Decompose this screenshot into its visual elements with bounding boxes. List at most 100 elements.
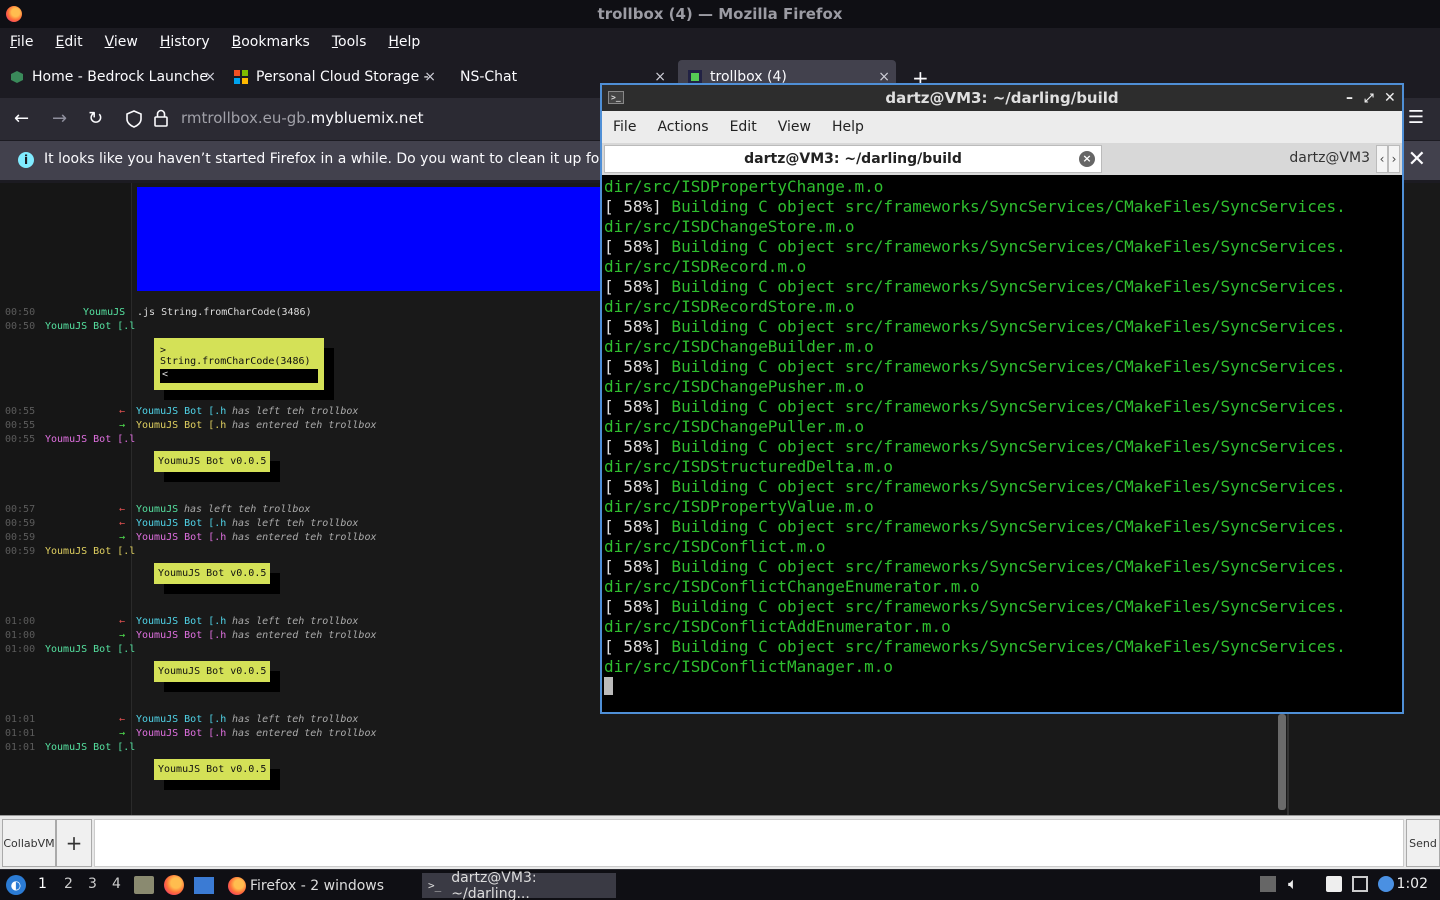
scrollbar-track (1287, 714, 1289, 815)
add-button[interactable]: + (56, 819, 92, 867)
desktop-1[interactable]: 1 (38, 876, 47, 892)
info-icon: i (18, 152, 34, 168)
file-manager-icon[interactable] (134, 876, 154, 894)
message-text: has entered teh trollbox (232, 420, 377, 431)
nickname[interactable]: YoumuJS Bot [.h (136, 630, 226, 641)
terminal-line: dir/src/ISDPropertyValue.m.o (604, 497, 874, 516)
build-message: Building C object src/frameworks/SyncSer… (661, 237, 1346, 256)
blue-image-block (137, 187, 607, 291)
notice-close-icon[interactable]: ✕ (1408, 147, 1426, 172)
build-message: Building C object src/frameworks/SyncSer… (661, 597, 1346, 616)
nickname[interactable]: YoumuJS Bot [.h (136, 518, 226, 529)
menu-help[interactable]: Help (388, 34, 431, 50)
right-arrow-icon: → (119, 728, 126, 739)
trollbox-favicon-icon (688, 70, 702, 84)
build-message: Building C object src/frameworks/SyncSer… (661, 437, 1346, 456)
reload-icon[interactable]: ↻ (88, 108, 103, 129)
tab-home-bedrock[interactable]: Home - Bedrock Launche × (0, 60, 222, 94)
nickname[interactable]: YoumuJS Bot [.l (45, 644, 135, 655)
term-menu-view[interactable]: View (778, 119, 811, 135)
build-message: Building C object src/frameworks/SyncSer… (661, 517, 1346, 536)
term-menu-actions[interactable]: Actions (657, 119, 708, 135)
nickname[interactable]: YoumuJS Bot [.h (136, 406, 226, 417)
start-menu-icon[interactable]: ◐ (6, 875, 26, 895)
nickname[interactable]: YoumuJS Bot [.h (136, 714, 226, 725)
tray-icon[interactable] (1260, 876, 1276, 892)
lock-icon[interactable] (154, 109, 168, 127)
collabvm-button[interactable]: CollabVM (2, 819, 56, 867)
menu-history[interactable]: History (160, 34, 221, 50)
desktop-3[interactable]: 3 (88, 876, 97, 892)
nickname[interactable]: YoumuJS Bot [.h (136, 616, 226, 627)
network-icon[interactable] (1352, 876, 1368, 892)
terminal-line: dir/src/ISDConflictChangeEnumerator.m.o (604, 577, 980, 596)
term-menu-help[interactable]: Help (832, 119, 864, 135)
tab-scroll-right-icon[interactable]: › (1388, 145, 1400, 173)
back-icon[interactable]: ← (14, 108, 29, 129)
task-label: Firefox - 2 windows (250, 877, 385, 894)
chat-line: 00:50 YoumuJS .js String.fromCharCode(34… (5, 307, 312, 318)
timestamp: 01:01 (5, 728, 36, 739)
chat-scrollbar[interactable] (1278, 714, 1286, 810)
tab-close-icon[interactable]: × (1079, 151, 1095, 167)
volume-icon[interactable]: 🔈︎ (1288, 874, 1298, 894)
notification-icon[interactable] (1378, 876, 1394, 892)
menu-file[interactable]: File (10, 34, 44, 50)
desktop-4[interactable]: 4 (112, 876, 121, 892)
menu-tools[interactable]: Tools (332, 34, 378, 50)
menu-edit[interactable]: Edit (55, 34, 93, 50)
menu-bookmarks[interactable]: Bookmarks (232, 34, 321, 50)
right-arrow-icon: → (119, 532, 126, 543)
bot-version-box: YoumuJS Bot v0.0.5 (154, 661, 271, 682)
tab-close-icon[interactable]: × (424, 69, 436, 85)
timestamp: 00:55 (5, 434, 36, 445)
tab-close-icon[interactable]: × (204, 69, 216, 85)
nickname[interactable]: YoumuJS Bot [.l (45, 321, 135, 332)
build-percent: [ 58%] (604, 477, 662, 496)
build-message: Building C object src/frameworks/SyncSer… (661, 477, 1346, 496)
nickname[interactable]: YoumuJS (136, 504, 178, 515)
terminal-tab-other[interactable]: dartz@VM3 (1104, 145, 1374, 173)
tab-personal-cloud[interactable]: Personal Cloud Storage - × (224, 60, 442, 94)
send-button[interactable]: Send (1406, 819, 1440, 867)
taskbar-terminal[interactable]: >_ dartz@VM3: ~/darling... (422, 870, 616, 900)
terminal-line: [ 58%] Building C object src/frameworks/… (604, 237, 1400, 257)
url-field[interactable]: rmtrollbox.eu-gb.mybluemix.net (181, 109, 424, 127)
desktop-2[interactable]: 2 (64, 876, 73, 892)
message-text: has entered teh trollbox (232, 630, 377, 641)
forward-icon[interactable]: → (52, 108, 67, 129)
nickname[interactable]: YoumuJS Bot [.l (45, 742, 135, 753)
timestamp: 00:50 (5, 321, 36, 332)
term-menu-file[interactable]: File (613, 119, 636, 135)
build-message: Building C object src/frameworks/SyncSer… (661, 277, 1346, 296)
shield-icon[interactable] (126, 110, 142, 128)
nickname[interactable]: YoumuJS Bot [.h (136, 532, 226, 543)
nickname[interactable]: YoumuJS (83, 307, 125, 318)
menu-view[interactable]: View (105, 34, 149, 50)
build-message: Building C object src/frameworks/SyncSer… (661, 357, 1346, 376)
nickname[interactable]: YoumuJS Bot [.h (136, 420, 226, 431)
chat-line: 01:01 ← YoumuJS Bot [.h has left teh tro… (5, 714, 358, 725)
tab-scroll-left-icon[interactable]: ‹ (1376, 145, 1388, 173)
nickname[interactable]: YoumuJS Bot [.h (136, 728, 226, 739)
nickname[interactable]: YoumuJS Bot [.l (45, 434, 135, 445)
terminal-line: [ 58%] Building C object src/frameworks/… (604, 437, 1400, 457)
maximize-icon[interactable]: ⤢ (1364, 85, 1374, 111)
hamburger-menu-icon[interactable]: ☰ (1408, 107, 1424, 128)
nickname[interactable]: YoumuJS Bot [.l (45, 546, 135, 557)
term-menu-edit[interactable]: Edit (730, 119, 757, 135)
desktop-show-icon[interactable] (194, 877, 214, 894)
minimize-icon[interactable]: – (1346, 85, 1353, 111)
terminal-output[interactable]: dir/src/ISDPropertyChange.m.o[ 58%] Buil… (604, 177, 1400, 711)
build-percent: [ 58%] (604, 357, 662, 376)
build-percent: [ 58%] (604, 517, 662, 536)
close-icon[interactable]: ✕ (1384, 85, 1396, 111)
terminal-tab-active[interactable]: dartz@VM3: ~/darling/build × (604, 145, 1102, 173)
taskbar-firefox[interactable]: Firefox - 2 windows (222, 873, 418, 898)
clipboard-icon[interactable] (1326, 876, 1342, 892)
firefox-launcher-icon[interactable] (164, 875, 184, 895)
terminal-window: >_ dartz@VM3: ~/darling/build – ⤢ ✕ File… (600, 83, 1404, 714)
chat-message-input[interactable] (94, 819, 1404, 867)
firefox-icon (228, 876, 246, 895)
terminal-line: dir/src/ISDChangePusher.m.o (604, 377, 865, 396)
